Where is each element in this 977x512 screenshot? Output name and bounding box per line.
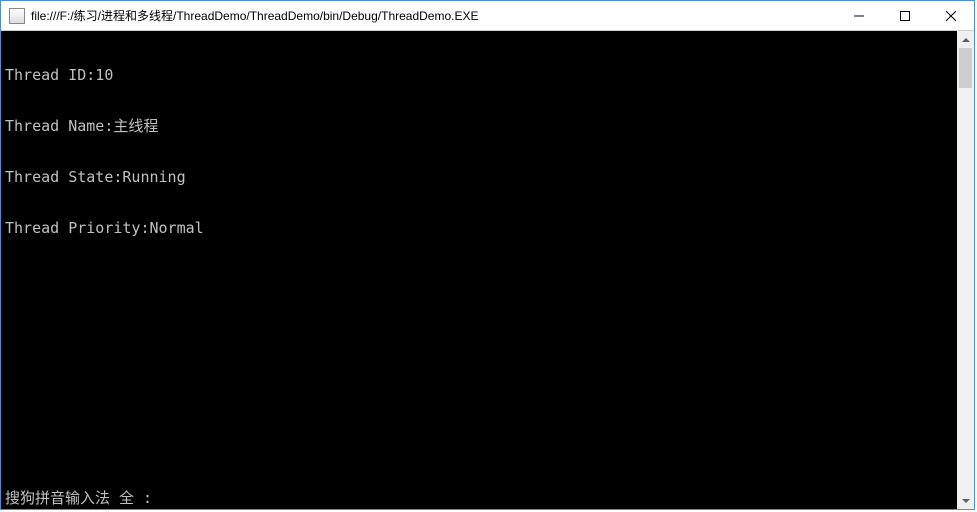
maximize-button[interactable] — [882, 1, 928, 30]
scroll-track[interactable] — [957, 48, 974, 492]
console-line: Thread Priority:Normal — [5, 220, 953, 237]
window-controls — [836, 1, 974, 30]
titlebar: file:///F:/练习/进程和多线程/ThreadDemo/ThreadDe… — [1, 1, 974, 31]
scroll-up-button[interactable] — [957, 31, 974, 48]
console-window: file:///F:/练习/进程和多线程/ThreadDemo/ThreadDe… — [0, 0, 975, 510]
chevron-up-icon — [962, 38, 970, 42]
app-icon — [9, 8, 25, 24]
scroll-thumb[interactable] — [959, 48, 972, 88]
console-content[interactable]: Thread ID:10 Thread Name:主线程 Thread Stat… — [1, 31, 957, 509]
console-area: Thread ID:10 Thread Name:主线程 Thread Stat… — [1, 31, 974, 509]
maximize-icon — [900, 11, 910, 21]
console-line: Thread ID:10 — [5, 67, 953, 84]
minimize-icon — [854, 11, 864, 21]
close-button[interactable] — [928, 1, 974, 30]
chevron-down-icon — [962, 499, 970, 503]
scroll-down-button[interactable] — [957, 492, 974, 509]
minimize-button[interactable] — [836, 1, 882, 30]
close-icon — [946, 11, 956, 21]
vertical-scrollbar[interactable] — [957, 31, 974, 509]
ime-status: 搜狗拼音输入法 全 : — [5, 490, 152, 507]
console-line: Thread State:Running — [5, 169, 953, 186]
window-title: file:///F:/练习/进程和多线程/ThreadDemo/ThreadDe… — [31, 7, 836, 24]
console-line: Thread Name:主线程 — [5, 118, 953, 135]
